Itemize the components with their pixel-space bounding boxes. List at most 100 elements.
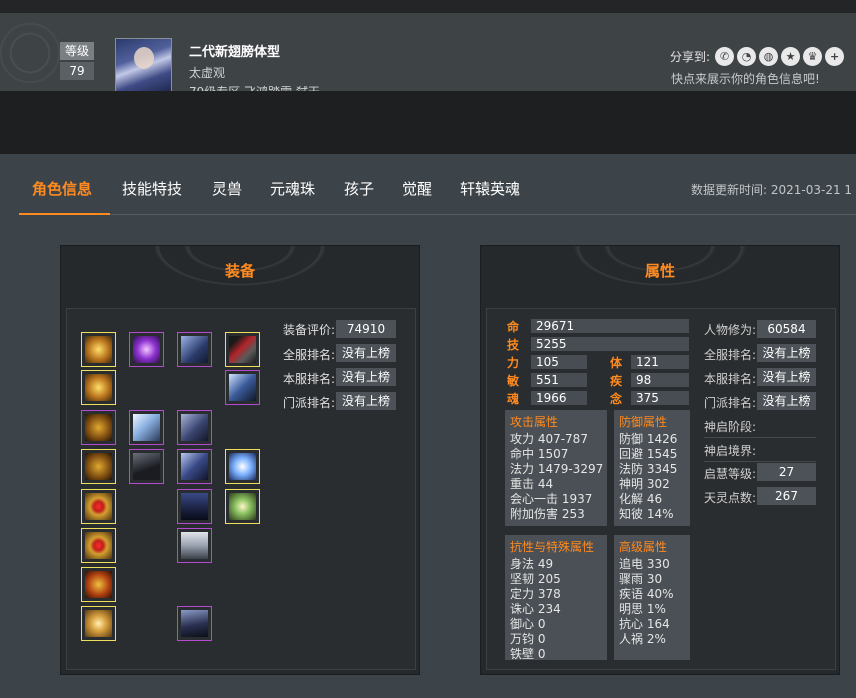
soul-value: 1966 bbox=[531, 391, 587, 405]
cultivation-value: 60584 bbox=[757, 320, 816, 338]
attributes-title: 属性 bbox=[644, 262, 675, 280]
hp-value: 29671 bbox=[531, 319, 689, 333]
level-badge: 等级 79 bbox=[60, 42, 94, 80]
stat-line: 法力 1479-3297 bbox=[510, 462, 604, 476]
equip-slot-armor[interactable] bbox=[177, 410, 212, 445]
local-rank-label: 本服排名: bbox=[283, 372, 336, 386]
stat-line: 防御 1426 bbox=[619, 432, 678, 446]
revelation-stage-label: 神启阶段: bbox=[704, 420, 757, 434]
equip-slot-boots[interactable] bbox=[177, 606, 212, 641]
hp-key: 命 bbox=[507, 320, 520, 334]
sect-rank-value: 没有上榜 bbox=[336, 392, 396, 410]
character-avatar bbox=[115, 38, 172, 95]
wisdom-level-value: 27 bbox=[757, 463, 816, 481]
stat-line: 诛心 234 bbox=[510, 602, 561, 616]
stat-line: 抗心 164 bbox=[619, 617, 670, 631]
tab-awakening[interactable]: 觉醒 bbox=[402, 178, 432, 199]
str-value: 105 bbox=[531, 355, 587, 369]
local-rank-value: 没有上榜 bbox=[757, 368, 816, 386]
tab-character-info[interactable]: 角色信息 bbox=[32, 178, 92, 199]
revelation-realm-label: 神启境界: bbox=[704, 444, 757, 458]
resist-stats-title: 抗性与特殊属性 bbox=[510, 540, 595, 554]
con-key: 体 bbox=[610, 356, 623, 370]
stat-line: 化解 46 bbox=[619, 492, 663, 506]
equip-slot-orb[interactable] bbox=[129, 332, 164, 367]
soul-key: 魂 bbox=[507, 392, 520, 406]
server-rank-value: 没有上榜 bbox=[336, 344, 396, 362]
stat-line: 御心 0 bbox=[510, 617, 546, 631]
equip-slot-ring-2[interactable] bbox=[81, 449, 116, 484]
spirit-points-label: 天灵点数: bbox=[704, 491, 757, 505]
tab-soul-beads[interactable]: 元魂珠 bbox=[270, 178, 315, 199]
stat-line: 骤雨 30 bbox=[619, 572, 663, 586]
wechat-icon[interactable]: ✆ bbox=[715, 47, 735, 66]
spd-value: 98 bbox=[631, 373, 689, 387]
level-label: 等级 bbox=[60, 42, 94, 60]
sect-rank-value: 没有上榜 bbox=[757, 392, 816, 410]
equip-slot-gloves[interactable] bbox=[81, 332, 116, 367]
equip-slot-pants[interactable] bbox=[177, 528, 212, 563]
tab-children[interactable]: 孩子 bbox=[344, 178, 374, 199]
spirit-points-value: 267 bbox=[757, 487, 816, 505]
sect-rank-label: 门派排名: bbox=[283, 396, 336, 410]
local-rank-label: 本服排名: bbox=[704, 372, 757, 386]
equip-slot-talisman[interactable] bbox=[81, 567, 116, 602]
divider bbox=[704, 437, 816, 438]
mind-value: 375 bbox=[631, 391, 689, 405]
stat-line: 明思 1% bbox=[619, 602, 666, 616]
share-tip: 快点来展示你的角色信息吧! bbox=[671, 72, 820, 86]
stat-line: 附加伤害 253 bbox=[510, 507, 585, 521]
equip-slot-amulet-2[interactable] bbox=[81, 528, 116, 563]
star-icon[interactable]: ★ bbox=[781, 47, 801, 66]
equip-slot-mount[interactable] bbox=[225, 449, 260, 484]
header-band bbox=[0, 91, 856, 154]
equip-slot-chest[interactable] bbox=[177, 449, 212, 484]
character-sect: 太虚观 bbox=[189, 66, 226, 80]
weibo-icon[interactable]: ◍ bbox=[759, 47, 779, 66]
qq-icon[interactable]: ◔ bbox=[737, 47, 757, 66]
equip-slot-ring-1[interactable] bbox=[81, 410, 116, 445]
stat-line: 疾语 40% bbox=[619, 587, 674, 601]
stat-line: 身法 49 bbox=[510, 557, 554, 571]
equip-slot-seal[interactable] bbox=[81, 606, 116, 641]
stat-line: 会心一击 1937 bbox=[510, 492, 593, 506]
equip-slot-offhand[interactable] bbox=[225, 370, 260, 405]
tab-pets[interactable]: 灵兽 bbox=[212, 178, 242, 199]
stat-line: 定力 378 bbox=[510, 587, 561, 601]
share-bar: 分享到: ✆ ◔ ◍ ★ ♛ + bbox=[670, 47, 845, 66]
tab-heroic-soul[interactable]: 轩辕英魂 bbox=[460, 178, 520, 199]
top-strip bbox=[0, 0, 856, 13]
crown-icon[interactable]: ♛ bbox=[803, 47, 823, 66]
server-rank-value: 没有上榜 bbox=[757, 344, 816, 362]
stat-line: 回避 1545 bbox=[619, 447, 678, 461]
character-header: 等级 79 二代新翅膀体型 太虚观 79级专区 飞鸿踏雪 弑天 分享到: ✆ ◔… bbox=[0, 13, 856, 99]
stat-line: 万钧 0 bbox=[510, 632, 546, 646]
share-label: 分享到: bbox=[670, 50, 711, 64]
defense-stats-box: 防御属性 防御 1426 回避 1545 法防 3345 神明 302 化解 4… bbox=[614, 410, 690, 526]
equipment-title: 装备 bbox=[224, 262, 255, 280]
equip-slot-belt[interactable] bbox=[177, 489, 212, 524]
server-rank-label: 全服排名: bbox=[283, 348, 336, 362]
equip-slot-pet[interactable] bbox=[225, 489, 260, 524]
plus-icon[interactable]: + bbox=[825, 47, 845, 66]
stat-line: 坚韧 205 bbox=[510, 572, 561, 586]
stat-line: 知彼 14% bbox=[619, 507, 674, 521]
advanced-stats-title: 高级属性 bbox=[619, 540, 668, 554]
equip-slot-wings[interactable] bbox=[129, 410, 164, 445]
equip-slot-shoulder[interactable] bbox=[177, 332, 212, 367]
divider bbox=[704, 461, 816, 462]
level-value: 79 bbox=[60, 62, 94, 80]
equip-slot-bracer[interactable] bbox=[81, 370, 116, 405]
resist-stats-box: 抗性与特殊属性 身法 49 坚韧 205 定力 378 诛心 234 御心 0 … bbox=[505, 535, 607, 661]
tab-skills[interactable]: 技能特技 bbox=[122, 178, 182, 199]
mind-key: 念 bbox=[610, 392, 623, 406]
sect-rank-label: 门派排名: bbox=[704, 396, 757, 410]
equip-slot-boots-alt[interactable] bbox=[129, 449, 164, 484]
equip-slot-amulet-1[interactable] bbox=[81, 489, 116, 524]
equip-score-value: 74910 bbox=[336, 320, 396, 338]
advanced-stats-box: 高级属性 追电 330 骤雨 30 疾语 40% 明思 1% 抗心 164 人祸… bbox=[614, 535, 690, 660]
stat-line: 重击 44 bbox=[510, 477, 554, 491]
equip-slot-weapon[interactable] bbox=[225, 332, 260, 367]
defense-stats-title: 防御属性 bbox=[619, 415, 668, 429]
active-tab-indicator bbox=[19, 213, 110, 215]
